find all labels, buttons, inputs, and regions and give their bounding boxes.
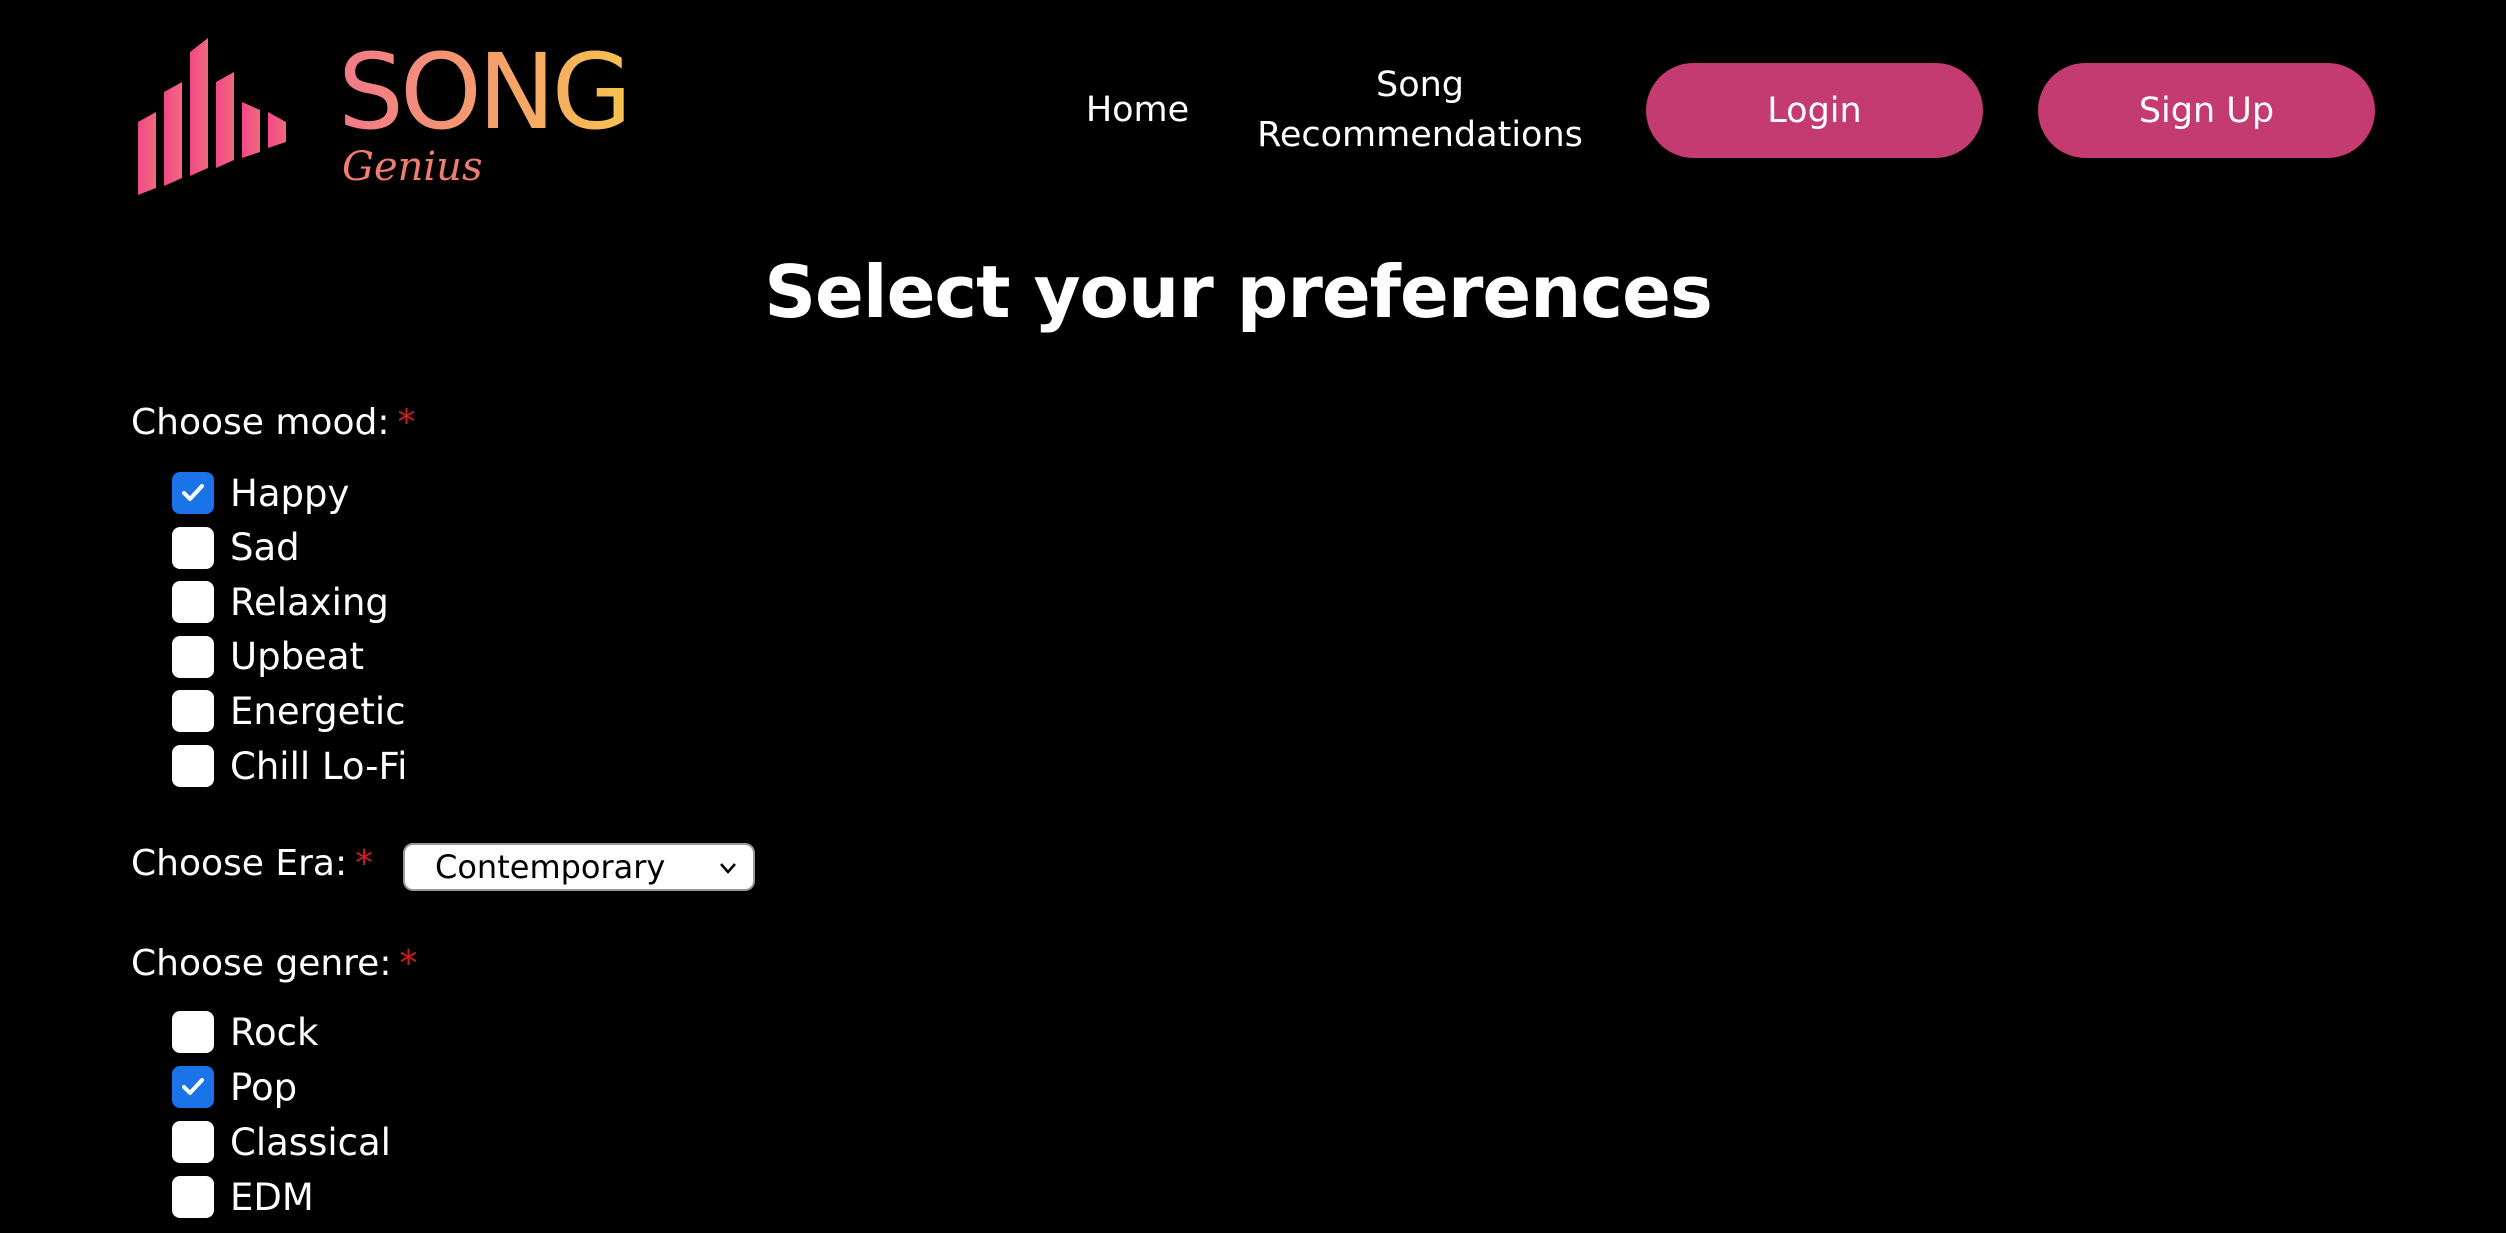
checkbox[interactable] — [172, 1176, 214, 1218]
mood-label-text: Choose mood: — [131, 402, 390, 443]
required-asterisk: * — [355, 843, 374, 884]
option-label: Sad — [230, 526, 300, 570]
option-label: Chill Lo-Fi — [230, 744, 408, 788]
checkbox[interactable] — [172, 581, 214, 624]
checkbox[interactable] — [172, 472, 214, 514]
genre-option[interactable]: Pop — [172, 1063, 297, 1111]
option-label: Relaxing — [230, 580, 389, 624]
checkmark-icon — [182, 1078, 204, 1095]
mood-label: Choose mood: * — [131, 402, 415, 443]
mood-option[interactable]: Upbeat — [172, 633, 364, 681]
required-asterisk: * — [397, 402, 416, 443]
mood-option[interactable]: Energetic — [172, 687, 406, 735]
brand-wordmark: SONG — [338, 31, 628, 153]
option-label: Classical — [230, 1120, 391, 1164]
checkbox[interactable] — [172, 526, 214, 569]
genre-option[interactable]: Classical — [172, 1118, 391, 1166]
nav-recommendations-link[interactable]: Song Recommendations — [1250, 60, 1590, 160]
option-label: Upbeat — [230, 635, 364, 679]
era-label: Choose Era: * — [131, 843, 373, 884]
checkbox[interactable] — [172, 690, 214, 733]
checkbox[interactable] — [172, 745, 214, 787]
option-label: Rock — [230, 1010, 319, 1054]
logo[interactable]: SONG Genius — [130, 30, 650, 200]
required-asterisk: * — [399, 943, 418, 984]
brand-subtitle: Genius — [342, 144, 482, 190]
era-selected-value: Contemporary — [435, 848, 666, 886]
equalizer-bars-icon: SONG Genius — [138, 31, 632, 195]
checkbox[interactable] — [172, 1121, 214, 1163]
era-label-text: Choose Era: — [131, 843, 348, 884]
checkmark-icon — [182, 484, 204, 501]
mood-option[interactable]: Relaxing — [172, 578, 389, 626]
option-label: Happy — [230, 471, 350, 515]
nav-home-link[interactable]: Home — [1070, 85, 1205, 135]
checkbox[interactable] — [172, 1066, 214, 1108]
option-label: Energetic — [230, 689, 406, 733]
mood-option[interactable]: Sad — [172, 524, 300, 572]
genre-option[interactable]: EDM — [172, 1173, 314, 1221]
mood-option[interactable]: Happy — [172, 469, 349, 517]
login-button[interactable]: Login — [1646, 63, 1983, 158]
genre-label-text: Choose genre: — [131, 943, 392, 984]
mood-option[interactable]: Chill Lo-Fi — [172, 742, 407, 790]
signup-button[interactable]: Sign Up — [2038, 63, 2375, 158]
checkbox[interactable] — [172, 635, 214, 678]
era-select[interactable]: Contemporary — [403, 843, 755, 891]
checkbox[interactable] — [172, 1011, 214, 1053]
option-label: Pop — [230, 1065, 298, 1109]
genre-option[interactable]: Rock — [172, 1008, 318, 1056]
option-label: EDM — [230, 1175, 314, 1219]
chevron-down-icon — [720, 863, 736, 874]
page-title: Select your preferences — [764, 250, 1713, 334]
genre-label: Choose genre: * — [131, 943, 417, 984]
site-header: SONG Genius Home Song Recommendations Lo… — [0, 0, 2506, 220]
